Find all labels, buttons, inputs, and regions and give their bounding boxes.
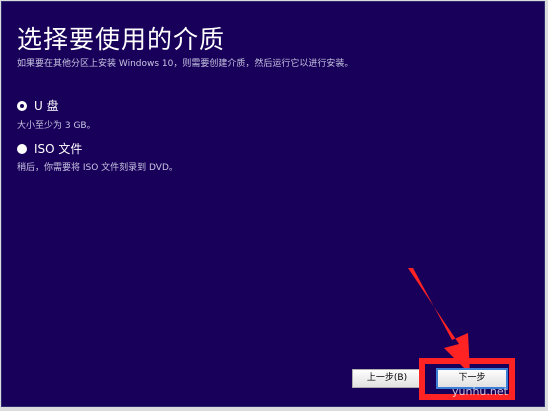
iso-option[interactable]: ISO 文件 [17,140,82,157]
iso-radio-button[interactable] [17,143,27,154]
usb-option-label: U 盘 [34,99,59,113]
iso-option-label: ISO 文件 [34,142,83,156]
iso-option-description: 稍后，你需要将 ISO 文件刻录到 DVD。 [17,163,178,173]
usb-option-description: 大小至少为 3 GB。 [17,121,96,131]
page-title: 选择要使用的介质 [17,25,226,54]
usb-radio-button[interactable] [17,100,27,111]
media-creation-window: 选择要使用的介质 如果要在其他分区上安装 Windows 10，则需要创建介质，… [1,1,545,407]
usb-option[interactable]: U 盘 [17,97,59,114]
page-subtitle: 如果要在其他分区上安装 Windows 10，则需要创建介质，然后运行它以进行安… [17,59,354,69]
watermark-text: yunhu.net [452,385,508,398]
back-button[interactable]: 上一步(B) [352,369,422,388]
